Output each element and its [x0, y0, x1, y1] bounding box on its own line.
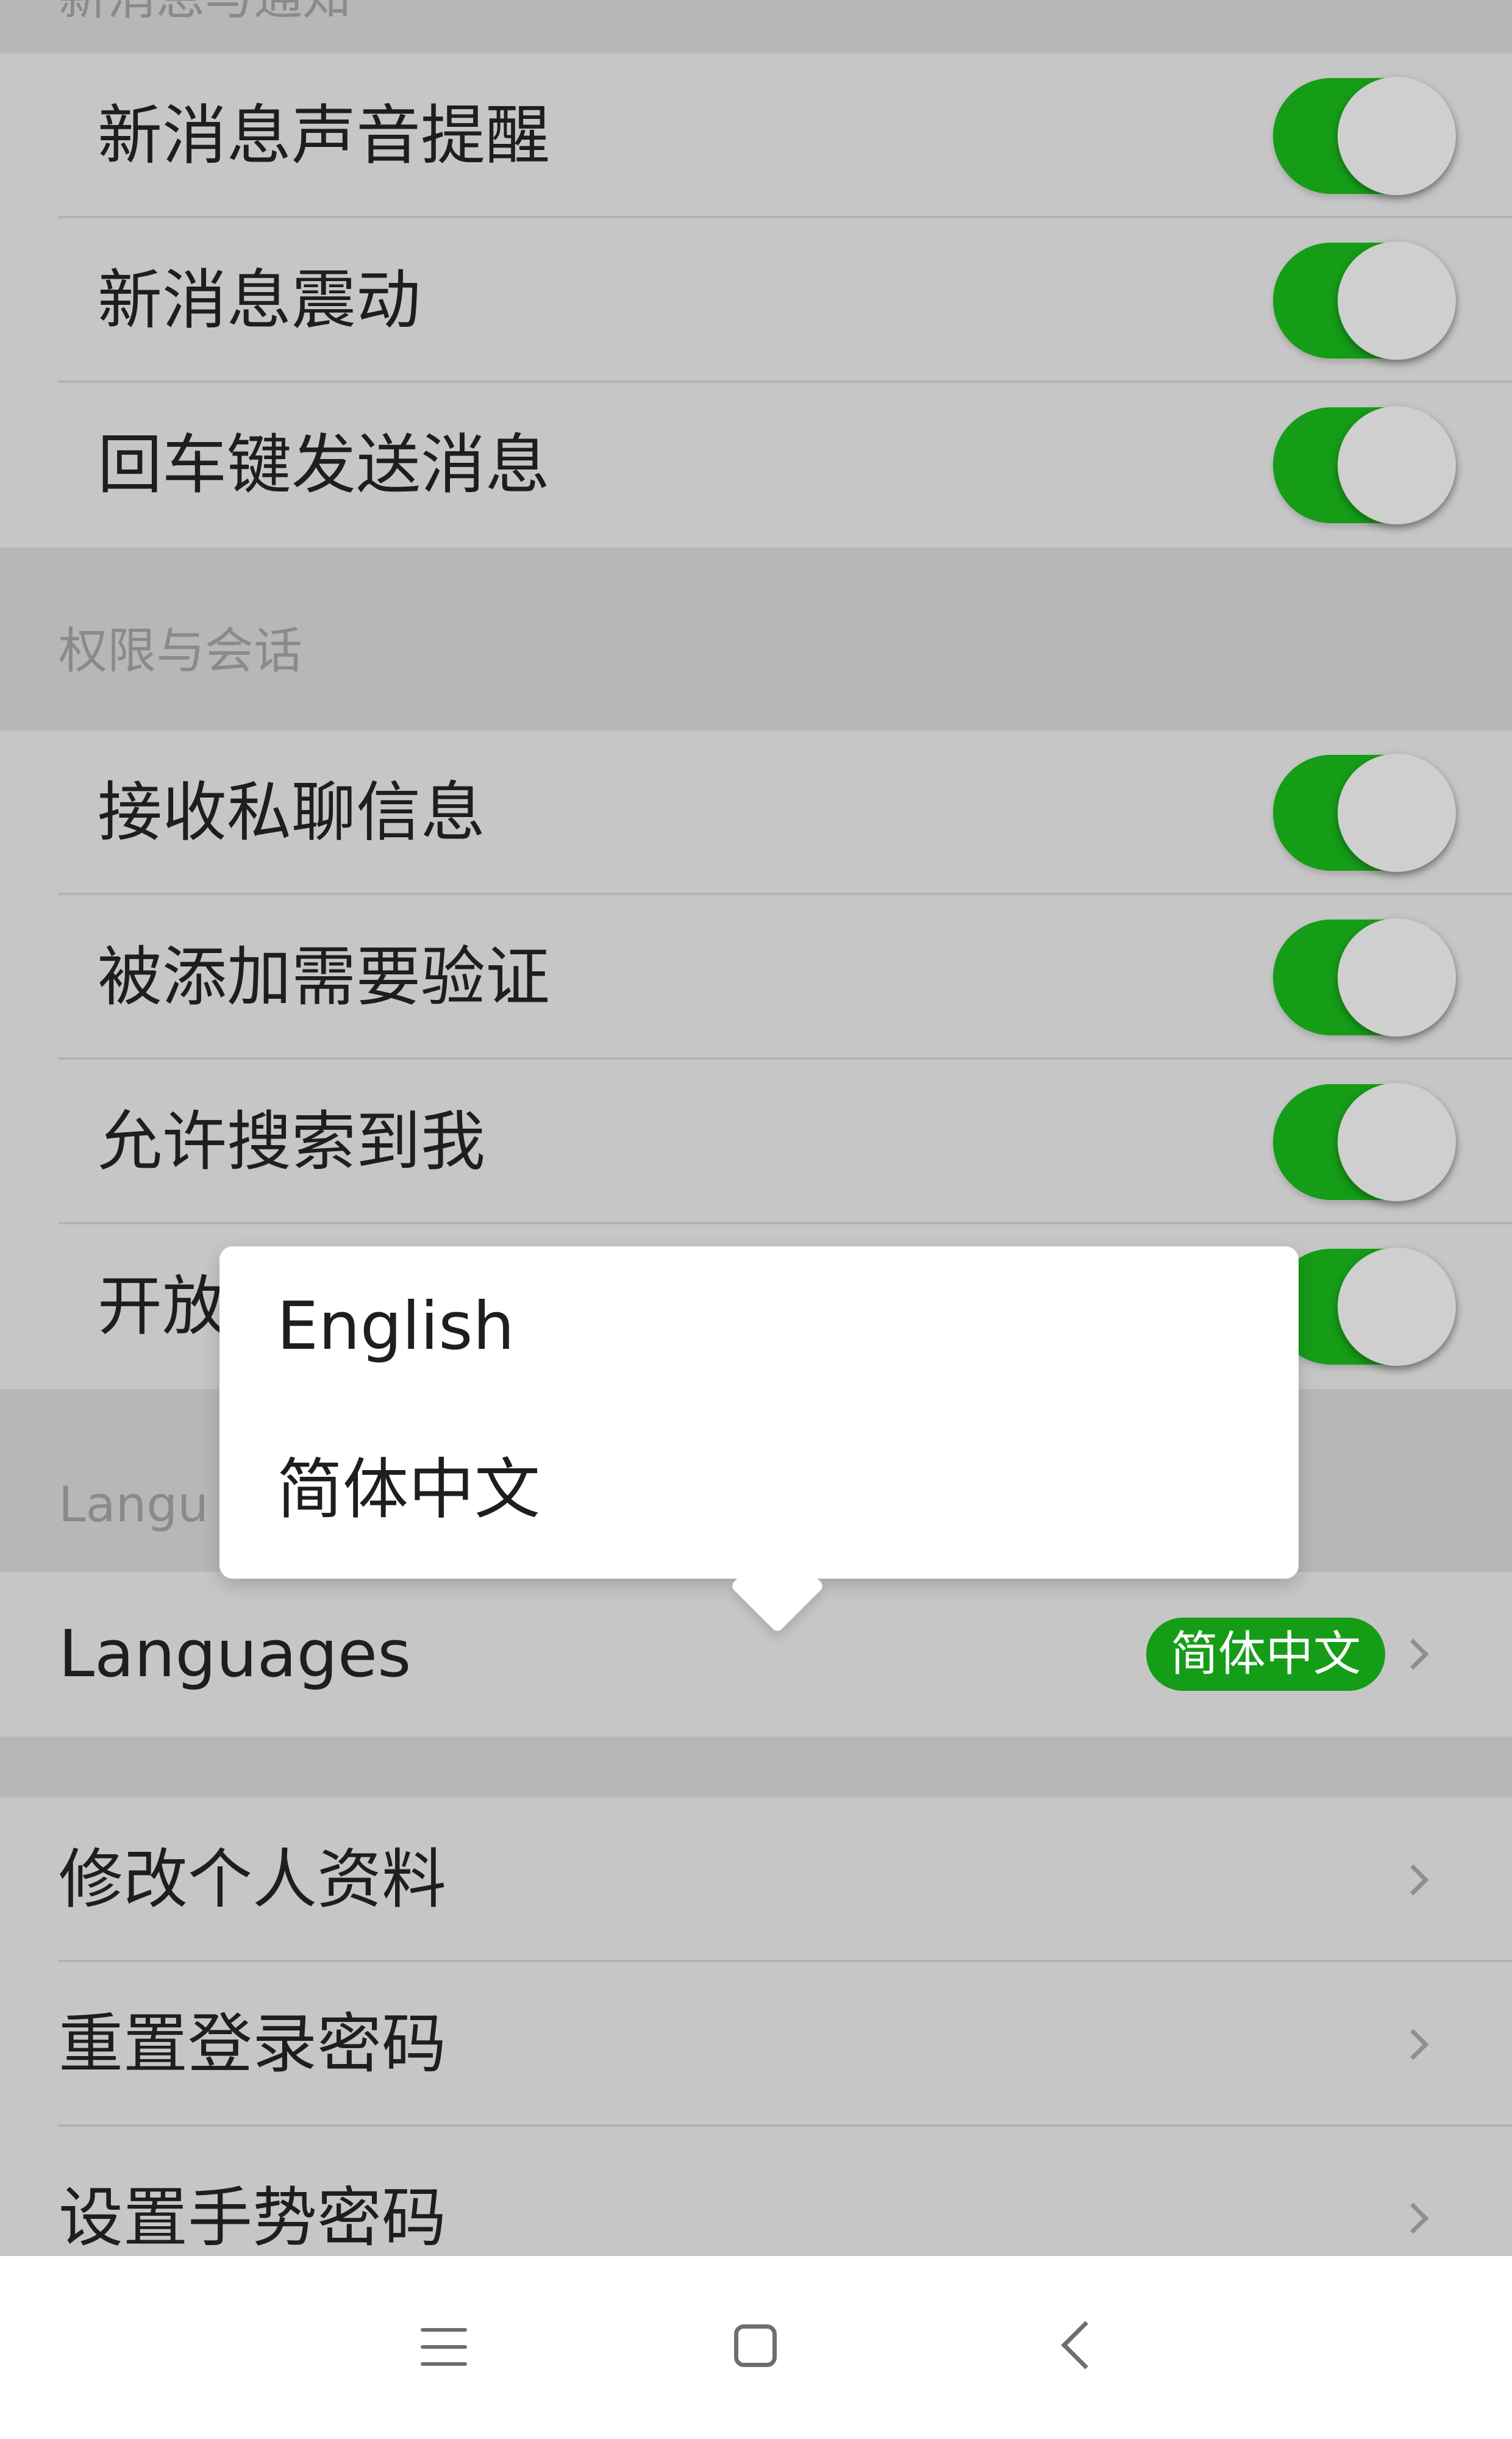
chevron-right-icon [1397, 1864, 1429, 1896]
setting-label: 接收私聊信息 [98, 775, 485, 850]
section-gap [0, 1737, 1512, 1798]
setting-label: 设置手势密码 [59, 2180, 446, 2255]
setting-row-searchable[interactable]: 允许搜索到我 [0, 1060, 1512, 1224]
language-option-chinese[interactable]: 简体中文 [277, 1457, 540, 1523]
setting-label: 允许搜索到我 [98, 1104, 485, 1179]
toggle-knob [1338, 1248, 1456, 1366]
setting-label: 修改个人资料 [59, 1842, 446, 1917]
setting-label: 开放 [98, 1269, 227, 1344]
home-icon[interactable] [734, 2324, 777, 2367]
system-navbar [0, 2256, 1512, 2439]
toggle-knob [1338, 754, 1456, 872]
toggle-knob [1338, 77, 1456, 195]
edit-profile-row[interactable]: 修改个人资料 [0, 1798, 1512, 1962]
setting-row-vibrate[interactable]: 新消息震动 [0, 218, 1512, 383]
open-toggle[interactable] [1273, 1248, 1456, 1366]
setting-label: 重置登录密码 [59, 2007, 446, 2082]
chevron-right-icon [1397, 1638, 1429, 1670]
chevron-right-icon [1397, 2202, 1429, 2234]
section-header-label: 新消息与通知 [59, 0, 351, 22]
enter-send-toggle[interactable] [1273, 406, 1456, 524]
add-verify-toggle[interactable] [1273, 918, 1456, 1037]
setting-row-add-verify[interactable]: 被添加需要验证 [0, 895, 1512, 1060]
settings-screen: 新消息与通知 新消息声音提醒 新消息震动 回车键发送消息 权限与会话 接收私聊信… [0, 0, 1512, 2256]
section-header-label: Langu [59, 1476, 209, 1533]
sound-toggle[interactable] [1273, 77, 1456, 195]
setting-row-sound[interactable]: 新消息声音提醒 [0, 54, 1512, 218]
toggle-knob [1338, 241, 1456, 360]
toggle-knob [1338, 918, 1456, 1037]
vibrate-toggle[interactable] [1273, 241, 1456, 360]
setting-row-enter-send[interactable]: 回车键发送消息 [0, 383, 1512, 548]
section-header-notifications: 新消息与通知 [0, 0, 1512, 54]
searchable-toggle[interactable] [1273, 1083, 1456, 1201]
setting-label: 新消息震动 [98, 263, 421, 338]
toggle-knob [1338, 1083, 1456, 1201]
setting-label: 回车键发送消息 [98, 427, 550, 502]
section-header-permissions: 权限与会话 [0, 548, 1512, 730]
setting-row-private-messages[interactable]: 接收私聊信息 [0, 730, 1512, 895]
private-messages-toggle[interactable] [1273, 754, 1456, 872]
languages-label: Languages [59, 1616, 412, 1691]
chevron-right-icon [1397, 2029, 1429, 2060]
gesture-password-row[interactable]: 设置手势密码 [0, 2127, 1512, 2256]
reset-password-row[interactable]: 重置登录密码 [0, 1962, 1512, 2127]
language-option-english[interactable]: English [277, 1294, 515, 1360]
toggle-knob [1338, 406, 1456, 524]
language-popup: English 简体中文 [219, 1246, 1299, 1579]
menu-icon[interactable] [421, 2328, 467, 2366]
setting-label: 新消息声音提醒 [98, 98, 550, 173]
setting-label: 被添加需要验证 [98, 940, 550, 1015]
current-language-badge: 简体中文 [1146, 1618, 1386, 1691]
section-header-label: 权限与会话 [59, 623, 302, 679]
back-icon[interactable] [1061, 2321, 1110, 2369]
